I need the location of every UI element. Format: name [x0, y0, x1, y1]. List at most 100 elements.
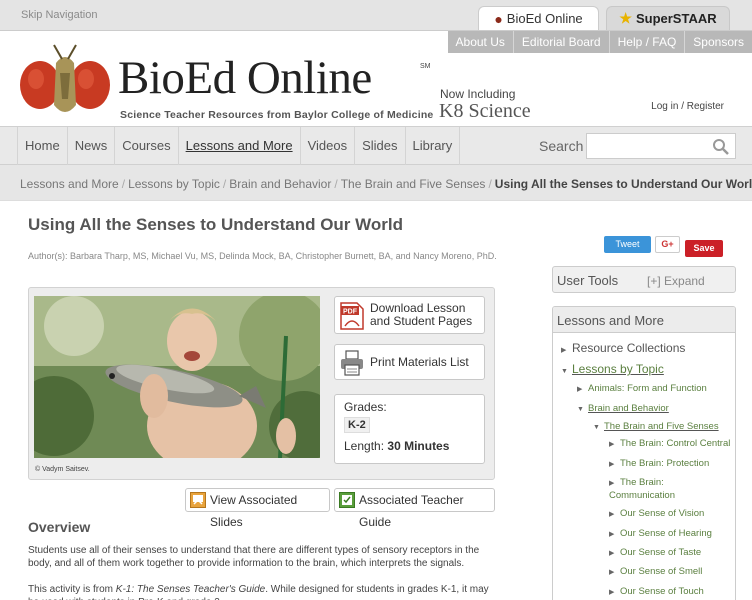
length-label: Length: — [344, 439, 385, 453]
site-logo-text[interactable]: BioEd Online — [118, 51, 372, 105]
sidebar-item-touch[interactable]: ▶ Our Sense of Touch — [609, 586, 704, 597]
site-tab-bioed-label: BioEd Online — [506, 11, 583, 26]
sidebar-item-brain-five-senses[interactable]: ▼ The Brain and Five Senses — [593, 421, 719, 432]
chevron-right-icon: ▶ — [609, 461, 615, 468]
k8-science-logo[interactable]: K8 Science — [439, 100, 531, 123]
auth-separator: / — [681, 101, 684, 112]
sidebar-item-label: Our Sense of Taste — [620, 547, 702, 558]
sidebar-item-label: The Brain: Control Central — [620, 438, 731, 449]
length-line: Length: 30 Minutes — [344, 439, 449, 453]
download-lesson-label: Download Lesson and Student Pages — [370, 301, 473, 328]
pdf-icon: PDF — [340, 302, 364, 330]
sidebar-item-hearing[interactable]: ▶ Our Sense of Hearing — [609, 528, 712, 539]
util-link-sponsors[interactable]: Sponsors — [684, 31, 752, 53]
site-tab-superstaar[interactable]: ★ SuperSTAAR — [606, 6, 730, 30]
view-associated-slides-button[interactable]: View Associated Slides — [185, 488, 330, 529]
length-value: 30 Minutes — [387, 439, 450, 453]
auth-links: Log in / Register — [651, 101, 724, 112]
utility-nav: About Us Editorial Board Help / FAQ Spon… — [447, 31, 752, 53]
login-link[interactable]: Log in — [651, 101, 678, 112]
sidebar-item-resource-collections[interactable]: ▶ Resource Collections — [561, 341, 685, 355]
sidebar-item-label: Lessons by Topic — [572, 362, 664, 376]
sidebar-item-control-central[interactable]: ▶ The Brain: Control Central — [609, 438, 730, 449]
skip-navigation-link[interactable]: Skip Navigation — [21, 9, 97, 21]
nav-home[interactable]: Home — [17, 127, 67, 165]
lesson-media-panel: © Vadym Saitsev. PDF Download Lesson and… — [28, 287, 495, 480]
chevron-down-icon: ▼ — [561, 368, 568, 375]
sidebar-item-label: The Brain: Protection — [620, 458, 710, 469]
sidebar-item-label: Brain and Behavior — [588, 403, 669, 414]
breadcrumb-current: Using All the Senses to Understand Our W… — [494, 177, 752, 191]
breadcrumb-sep: / — [222, 177, 227, 191]
sidebar-item-label: Resource Collections — [572, 341, 686, 355]
register-link[interactable]: Register — [687, 101, 724, 112]
photo-credit: © Vadym Saitsev. — [35, 466, 90, 473]
google-plus-button[interactable]: G+ — [655, 236, 680, 253]
pinterest-save-button[interactable]: Save — [685, 240, 723, 257]
associated-teacher-guide-button[interactable]: Associated Teacher Guide — [334, 488, 495, 529]
nav-slides[interactable]: Slides — [354, 127, 404, 165]
search-icon[interactable] — [712, 138, 730, 156]
main-nav: Home News Courses Lessons and More Video… — [0, 126, 752, 165]
chevron-right-icon: ▶ — [561, 347, 567, 354]
search-box — [586, 133, 736, 159]
breadcrumb-lessons-and-more[interactable]: Lessons and More — [20, 177, 119, 191]
user-tools-panel[interactable]: User Tools [+] Expand — [552, 266, 736, 293]
breadcrumb-sep: / — [121, 177, 126, 191]
lessons-and-more-sidebar: Lessons and More ▶ Resource Collections ▼… — [552, 306, 736, 600]
chevron-right-icon: ▶ — [609, 441, 615, 448]
tweet-button[interactable]: Tweet — [604, 236, 651, 253]
pdf-icon-label: PDF — [343, 309, 358, 316]
print-materials-button[interactable]: Print Materials List — [334, 344, 485, 380]
util-link-help-faq[interactable]: Help / FAQ — [608, 31, 685, 53]
lessons-and-more-title: Lessons and More — [553, 307, 735, 333]
teacher-guide-icon — [339, 492, 355, 508]
util-link-about[interactable]: About Us — [448, 31, 513, 53]
fly-icon: ● — [494, 10, 503, 27]
star-icon: ★ — [619, 10, 632, 26]
overview-source-prefix: This activity is from — [28, 584, 116, 595]
nav-lessons-and-more[interactable]: Lessons and More — [177, 127, 300, 165]
site-tab-bioed[interactable]: ● BioEd Online — [478, 6, 599, 30]
fly-logo-icon[interactable] — [18, 43, 112, 123]
overview-paragraph-source: This activity is from K-1: The Senses Te… — [28, 583, 498, 600]
util-link-editorial-board[interactable]: Editorial Board — [512, 31, 609, 53]
associated-teacher-guide-label: Associated Teacher Guide — [359, 493, 464, 529]
sidebar-item-label: Our Sense of Vision — [620, 508, 705, 519]
chevron-right-icon: ▶ — [609, 531, 615, 538]
sidebar-item-label: Animals: Form and Function — [588, 383, 707, 394]
breadcrumb-brain-five-senses[interactable]: The Brain and Five Senses — [341, 177, 486, 191]
nav-courses[interactable]: Courses — [114, 127, 177, 165]
chevron-right-icon: ▶ — [609, 589, 615, 596]
chevron-right-icon: ▶ — [609, 569, 615, 576]
user-tools-expand[interactable]: [+] Expand — [647, 274, 705, 288]
service-mark: SM — [420, 63, 431, 70]
lesson-photo — [34, 296, 320, 458]
search-input[interactable] — [591, 137, 711, 155]
content-area: Using All the Senses to Understand Our W… — [0, 200, 752, 600]
nav-videos[interactable]: Videos — [299, 127, 355, 165]
sidebar-item-protection[interactable]: ▶ The Brain: Protection — [609, 458, 709, 469]
sidebar-item-smell[interactable]: ▶ Our Sense of Smell — [609, 566, 702, 577]
download-lesson-button[interactable]: PDF Download Lesson and Student Pages — [334, 296, 485, 334]
chevron-right-icon: ▶ — [609, 550, 615, 557]
page-title: Using All the Senses to Understand Our W… — [28, 215, 403, 234]
nav-news[interactable]: News — [66, 127, 115, 165]
sidebar-item-vision[interactable]: ▶ Our Sense of Vision — [609, 508, 704, 519]
breadcrumb-brain-and-behavior[interactable]: Brain and Behavior — [229, 177, 331, 191]
sidebar-item-label: Our Sense of Touch — [620, 586, 704, 597]
overview-paragraph: Students use all of their senses to unde… — [28, 545, 480, 569]
chevron-right-icon: ▶ — [609, 511, 615, 518]
sidebar-item-brain-and-behavior[interactable]: ▼ Brain and Behavior — [577, 403, 669, 414]
chevron-right-icon: ▶ — [577, 386, 583, 393]
breadcrumb-lessons-by-topic[interactable]: Lessons by Topic — [128, 177, 220, 191]
sidebar-item-lessons-by-topic[interactable]: ▼ Lessons by Topic — [561, 362, 664, 376]
now-including-label: Now Including — [440, 87, 516, 101]
print-materials-label: Print Materials List — [370, 355, 469, 369]
sidebar-item-communication[interactable]: ▶ The Brain: Communication — [609, 477, 709, 502]
grades-length-box: Grades: K-2 Length: 30 Minutes — [334, 394, 485, 464]
sidebar-item-animals-form-function[interactable]: ▶ Animals: Form and Function — [577, 383, 707, 394]
nav-library[interactable]: Library — [404, 127, 461, 165]
slides-icon — [190, 492, 206, 508]
sidebar-item-taste[interactable]: ▶ Our Sense of Taste — [609, 547, 701, 558]
